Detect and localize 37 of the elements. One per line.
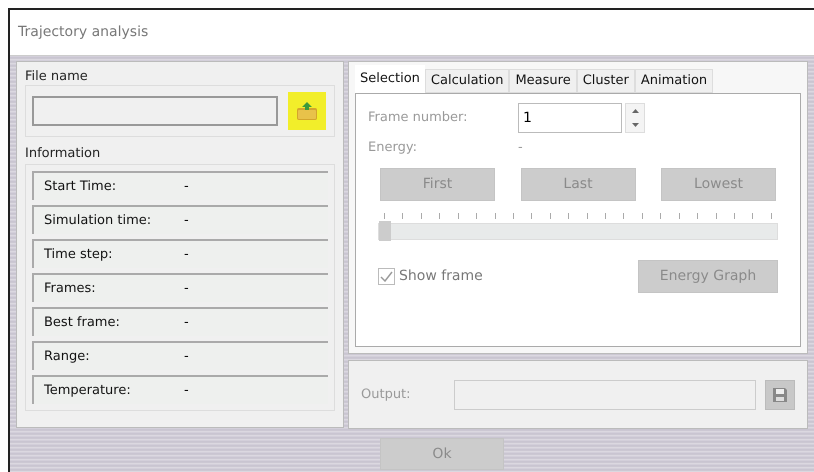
- up-arrow-icon: [632, 109, 638, 113]
- info-value: -: [184, 382, 189, 400]
- group-title: Information: [25, 147, 102, 160]
- info-label: Simulation time:: [44, 212, 152, 230]
- slider-track[interactable]: [378, 223, 778, 240]
- output-label: Output:: [361, 386, 412, 404]
- frame-number-field[interactable]: 1: [518, 103, 622, 133]
- checkbox-label: Show frame: [399, 267, 483, 286]
- folder-icon: [296, 101, 318, 121]
- info-label: Best frame:: [44, 314, 121, 332]
- info-label: Time step:: [44, 246, 114, 264]
- info-value: -: [184, 314, 189, 332]
- tab[interactable]: Animation: [634, 69, 714, 93]
- info-label: Start Time:: [44, 178, 118, 196]
- info-label: Temperature:: [44, 382, 132, 400]
- energy-value: -: [518, 139, 523, 158]
- spin-buttons[interactable]: [625, 103, 645, 133]
- info-value: -: [184, 280, 189, 298]
- window-title: Trajectory analysis: [18, 23, 148, 42]
- info-value: -: [184, 178, 189, 196]
- open-folder-button[interactable]: [288, 92, 326, 130]
- down-arrow-icon: [632, 123, 638, 127]
- energy-label: Energy:: [368, 139, 418, 158]
- tab[interactable]: Selection: [355, 65, 425, 93]
- frame-number-label: Frame number:: [368, 109, 469, 128]
- tab[interactable]: Measure: [509, 69, 577, 93]
- tab[interactable]: Calculation: [424, 69, 510, 93]
- info-label: Range:: [44, 348, 91, 366]
- group-title: File name: [25, 70, 89, 83]
- info-value: -: [184, 348, 189, 366]
- save-button[interactable]: [765, 380, 795, 410]
- file-name-field[interactable]: [32, 96, 278, 126]
- info-value: -: [184, 212, 189, 230]
- output-field[interactable]: [454, 380, 756, 410]
- info-label: Frames:: [44, 280, 97, 298]
- info-value: -: [184, 246, 189, 264]
- tab[interactable]: Cluster: [576, 69, 635, 93]
